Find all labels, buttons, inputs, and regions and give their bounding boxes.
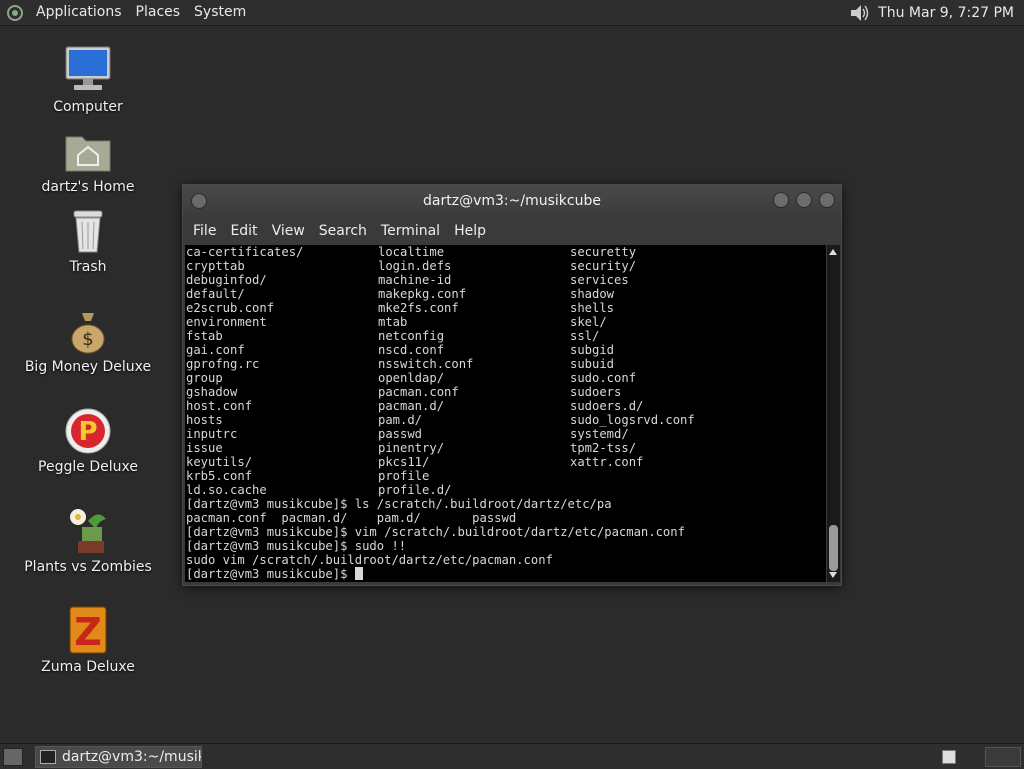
window-title: dartz@vm3:~/musikcube [423, 193, 601, 209]
trash-icon [73, 210, 103, 253]
desktop-icon-label: Big Money Deluxe [24, 359, 152, 375]
minimize-button[interactable] [773, 192, 789, 208]
desktop-icon-computer[interactable]: Computer [13, 45, 163, 115]
zuma-icon: Z [69, 606, 107, 654]
listing-row: keyutils/pkcs11/xattr.conf [186, 455, 644, 469]
top-panel: Applications Places System Thu Mar 9, 7:… [0, 0, 1024, 26]
terminal-prompt-line[interactable]: [dartz@vm3 musikcube]$ [185, 567, 826, 581]
desktop-icon-label: Trash [69, 259, 107, 275]
listing-row: fstab netconfig ssl/ [186, 329, 600, 343]
menu-terminal[interactable]: Terminal [374, 223, 447, 239]
menu-search[interactable]: Search [312, 223, 374, 239]
desktop-icon-zuma[interactable]: Z Zuma Deluxe [13, 605, 163, 675]
taskbar-button-label: dartz@vm3:~/musik... [62, 749, 201, 765]
maximize-button[interactable] [796, 192, 812, 208]
listing-row: gai.conf nscd.conf subgid [186, 343, 615, 357]
terminal-window: dartz@vm3:~/musikcube File Edit View Sea… [182, 184, 842, 586]
listing-row: inputrc passwd systemd/ [186, 427, 629, 441]
listing-row: gshadow pacman.conf sudoers [186, 385, 622, 399]
listing-row: ca-certificates/localtime securetty [186, 245, 637, 259]
money-bag-icon: $ [71, 313, 105, 354]
listing-row: e2scrub.conf mke2fs.conf shells [186, 301, 615, 315]
window-menubar: File Edit View Search Terminal Help [183, 217, 841, 245]
terminal-line: pacman.conf pacman.d/ pam.d/ passwd [186, 511, 517, 525]
system-menu[interactable]: System [187, 0, 253, 25]
terminal-line: [dartz@vm3 musikcube]$ sudo !! [186, 539, 407, 553]
scroll-up-arrow-icon[interactable] [829, 249, 837, 255]
close-button[interactable] [819, 192, 835, 208]
places-menu[interactable]: Places [129, 0, 188, 25]
svg-text:P: P [78, 417, 97, 447]
workspace-switcher-1[interactable] [942, 750, 956, 764]
home-folder-icon [65, 136, 111, 172]
clock[interactable]: Thu Mar 9, 7:27 PM [878, 5, 1014, 21]
listing-row: default/makepkg.conf shadow [186, 287, 615, 301]
desktop-icon-label: Computer [53, 99, 123, 115]
volume-icon[interactable] [848, 3, 870, 23]
desktop-icon-pvz[interactable]: Plants vs Zombies [13, 505, 163, 575]
terminal-line: [dartz@vm3 musikcube]$ ls /scratch/.buil… [186, 497, 612, 511]
desktop-icon-peggle[interactable]: P Peggle Deluxe [13, 405, 163, 475]
menu-file[interactable]: File [186, 223, 223, 239]
desktop-icon-trash[interactable]: Trash [13, 205, 163, 275]
listing-row: hosts pam.d/sudo_logsrvd.conf [186, 413, 695, 427]
scroll-down-arrow-icon[interactable] [829, 572, 837, 578]
listing-row: crypttab login.defs security/ [186, 259, 637, 273]
listing-row: group openldap/sudo.conf [186, 371, 637, 385]
menu-view[interactable]: View [265, 223, 312, 239]
listing-row: host.conf pacman.d/sudoers.d/ [186, 399, 644, 413]
plants-vs-zombies-icon [70, 509, 106, 553]
desktop-icon-label: Peggle Deluxe [38, 459, 138, 475]
terminal-line: sudo vim /scratch/.buildroot/dartz/etc/p… [186, 553, 553, 567]
svg-text:$: $ [82, 329, 93, 350]
desktop-icon-label: Plants vs Zombies [24, 559, 152, 575]
svg-text:Z: Z [74, 610, 102, 654]
peggle-icon: P [65, 408, 111, 454]
computer-icon [65, 46, 111, 90]
desktop-icon-big-money[interactable]: $ Big Money Deluxe [13, 305, 163, 375]
terminal-scrollbar[interactable] [827, 245, 840, 582]
window-titlebar[interactable]: dartz@vm3:~/musikcube [183, 185, 841, 217]
listing-row: debuginfod/machine-id services [186, 273, 629, 287]
desktop-icon-label: Zuma Deluxe [41, 659, 135, 675]
listing-row: issue pinentry/tpm2-tss/ [186, 441, 637, 455]
workspace-switcher-2[interactable] [985, 747, 1021, 767]
bottom-panel: dartz@vm3:~/musik... [0, 743, 1024, 769]
show-desktop-icon[interactable] [3, 748, 23, 766]
terminal-line: [dartz@vm3 musikcube]$ vim /scratch/.bui… [186, 525, 685, 539]
listing-row: ld.so.cache profile.d/ [186, 483, 452, 497]
terminal-icon [40, 750, 56, 764]
listing-row: krb5.conf profile [186, 469, 430, 483]
desktop-icon-home[interactable]: dartz's Home [13, 125, 163, 195]
taskbar-button-terminal[interactable]: dartz@vm3:~/musik... [35, 746, 202, 768]
menu-edit[interactable]: Edit [223, 223, 264, 239]
gnome-logo-icon[interactable] [7, 4, 23, 21]
terminal-output[interactable]: ca-certificates/localtime securetty crypt… [185, 245, 826, 582]
terminal-cursor [354, 567, 363, 580]
window-menu-button[interactable] [191, 193, 207, 209]
menu-help[interactable]: Help [447, 223, 493, 239]
applications-menu[interactable]: Applications [29, 0, 129, 25]
listing-row: gprofng.rc nsswitch.conf subuid [186, 357, 615, 371]
listing-row: environment mtab skel/ [186, 315, 607, 329]
desktop-icon-label: dartz's Home [41, 179, 135, 195]
terminal-prompt: [dartz@vm3 musikcube]$ [186, 567, 355, 581]
scrollbar-thumb[interactable] [829, 525, 838, 571]
